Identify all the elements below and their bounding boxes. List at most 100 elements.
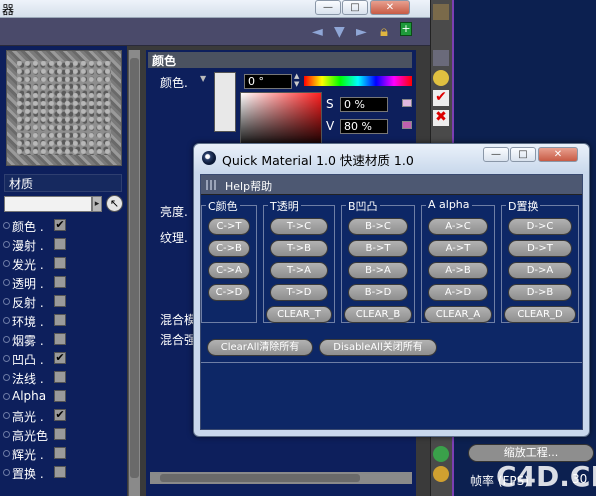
- mix-mode-label: 混合模: [160, 313, 197, 327]
- channel-row[interactable]: 烟雾 .: [0, 330, 127, 349]
- horizontal-scrollbar[interactable]: [150, 472, 412, 484]
- dialog-close-button[interactable]: ✕: [538, 147, 578, 162]
- copy-button[interactable]: C->B: [208, 240, 250, 257]
- tool-icon-1[interactable]: [433, 4, 449, 20]
- channel-checkbox[interactable]: [54, 333, 66, 345]
- color-swatch[interactable]: [214, 72, 236, 132]
- channel-row[interactable]: 高光 . ✔: [0, 406, 127, 425]
- saturation-value-picker[interactable]: [240, 92, 322, 150]
- arrow-right-icon[interactable]: ►: [356, 24, 367, 40]
- help-bar[interactable]: Help帮助: [201, 175, 582, 195]
- channel-checkbox[interactable]: [54, 390, 66, 402]
- channel-row[interactable]: 凹凸 . ✔: [0, 349, 127, 368]
- help-menu[interactable]: Help帮助: [225, 178, 272, 194]
- channel-row[interactable]: 透明 .: [0, 273, 127, 292]
- hue-field[interactable]: 0 °: [244, 74, 292, 89]
- green-tool-icon[interactable]: [433, 446, 449, 462]
- copy-button[interactable]: D->C: [508, 218, 572, 235]
- pointer-icon[interactable]: ↖: [106, 195, 123, 212]
- copy-button[interactable]: T->D: [270, 284, 328, 301]
- channel-list: 颜色 . ✔ 漫射 . 发光 . 透明 . 反射 . 环境 . 烟雾 . 凹凸 . ✔ 法线 . Al…: [0, 216, 127, 482]
- tool-icon-2[interactable]: [433, 50, 449, 66]
- clear-button[interactable]: CLEAR_D: [504, 306, 576, 323]
- maximize-button[interactable]: □: [342, 0, 368, 15]
- channel-row[interactable]: 发光 .: [0, 254, 127, 273]
- copy-button[interactable]: D->A: [508, 262, 572, 279]
- copy-button[interactable]: T->B: [270, 240, 328, 257]
- copy-button[interactable]: B->T: [348, 240, 408, 257]
- channel-label: 凹凸 .: [12, 353, 44, 367]
- left-scrollbar[interactable]: [128, 50, 140, 496]
- material-name-input[interactable]: [4, 196, 92, 212]
- clear-button[interactable]: CLEAR_B: [344, 306, 412, 323]
- channel-checkbox[interactable]: ✔: [54, 219, 66, 231]
- channel-row[interactable]: 环境 .: [0, 311, 127, 330]
- channel-checkbox[interactable]: [54, 314, 66, 326]
- clear-button[interactable]: CLEAR_T: [266, 306, 332, 323]
- copy-button[interactable]: B->D: [348, 284, 408, 301]
- copy-button[interactable]: B->C: [348, 218, 408, 235]
- x-icon[interactable]: ✖: [433, 110, 449, 126]
- channel-group: A alpha A->C A->T A->B A->D CLEAR_A: [421, 198, 495, 323]
- material-dropdown-arrow[interactable]: ▸: [92, 196, 102, 212]
- expand-icon[interactable]: ▼: [200, 74, 206, 83]
- channel-row[interactable]: 颜色 . ✔: [0, 216, 127, 235]
- channel-row[interactable]: 置换 .: [0, 463, 127, 482]
- channel-group: T透明 T->C T->B T->A T->D CLEAR_T: [263, 198, 335, 323]
- channel-row[interactable]: Alpha: [0, 387, 127, 406]
- channel-checkbox[interactable]: [54, 276, 66, 288]
- copy-button[interactable]: C->A: [208, 262, 250, 279]
- dialog-maximize-button[interactable]: □: [510, 147, 536, 162]
- channel-label: 发光 .: [12, 258, 44, 272]
- copy-button[interactable]: C->D: [208, 284, 250, 301]
- editor-titlebar: 器 — □ ✕: [0, 0, 430, 18]
- channel-checkbox[interactable]: ✔: [54, 352, 66, 364]
- channel-checkbox[interactable]: ✔: [54, 409, 66, 421]
- copy-button[interactable]: C->T: [208, 218, 250, 235]
- s-swatch: [402, 99, 412, 107]
- s-field[interactable]: 0 %: [340, 97, 388, 112]
- channel-row[interactable]: 法线 .: [0, 368, 127, 387]
- close-button[interactable]: ✕: [370, 0, 410, 15]
- eye-icon[interactable]: [433, 70, 449, 86]
- channel-group: D置换 D->C D->T D->A D->B CLEAR_D: [501, 198, 579, 323]
- v-field[interactable]: 80 %: [340, 119, 388, 134]
- channel-row[interactable]: 漫射 .: [0, 235, 127, 254]
- copy-button[interactable]: A->T: [428, 240, 488, 257]
- channel-checkbox[interactable]: [54, 295, 66, 307]
- dialog-minimize-button[interactable]: —: [483, 147, 509, 162]
- clear-button[interactable]: CLEAR_A: [424, 306, 492, 323]
- orange-tool-icon[interactable]: [433, 466, 449, 482]
- copy-button[interactable]: D->B: [508, 284, 572, 301]
- channel-checkbox[interactable]: [54, 447, 66, 459]
- arrow-left-icon[interactable]: ◄: [312, 24, 323, 40]
- check-icon[interactable]: ✔: [433, 90, 449, 106]
- channel-row[interactable]: 辉光 .: [0, 444, 127, 463]
- disable-all-button[interactable]: DisableAll关闭所有: [319, 339, 437, 356]
- new-window-icon[interactable]: +: [400, 22, 412, 36]
- channel-checkbox[interactable]: [54, 257, 66, 269]
- v-swatch: [402, 121, 412, 129]
- channel-checkbox[interactable]: [54, 371, 66, 383]
- minimize-button[interactable]: —: [315, 0, 341, 15]
- lock-icon[interactable]: 🔒︎: [380, 22, 388, 40]
- copy-button[interactable]: D->T: [508, 240, 572, 257]
- channel-row[interactable]: 高光色: [0, 425, 127, 444]
- copy-button[interactable]: A->C: [428, 218, 488, 235]
- copy-button[interactable]: T->A: [270, 262, 328, 279]
- channel-dot-icon: [3, 317, 10, 324]
- channel-label: 辉光 .: [12, 448, 44, 462]
- arrow-down-icon[interactable]: ▼: [334, 24, 345, 40]
- clear-all-button[interactable]: ClearAll清除所有: [207, 339, 313, 356]
- hue-stepper[interactable]: ▲ ▼: [294, 72, 299, 88]
- copy-button[interactable]: A->D: [428, 284, 488, 301]
- copy-button[interactable]: B->A: [348, 262, 408, 279]
- channel-checkbox[interactable]: [54, 466, 66, 478]
- channel-checkbox[interactable]: [54, 238, 66, 250]
- channel-label: 反射 .: [12, 296, 44, 310]
- copy-button[interactable]: T->C: [270, 218, 328, 235]
- channel-row[interactable]: 反射 .: [0, 292, 127, 311]
- channel-checkbox[interactable]: [54, 428, 66, 440]
- copy-button[interactable]: A->B: [428, 262, 488, 279]
- hue-slider[interactable]: [304, 76, 412, 86]
